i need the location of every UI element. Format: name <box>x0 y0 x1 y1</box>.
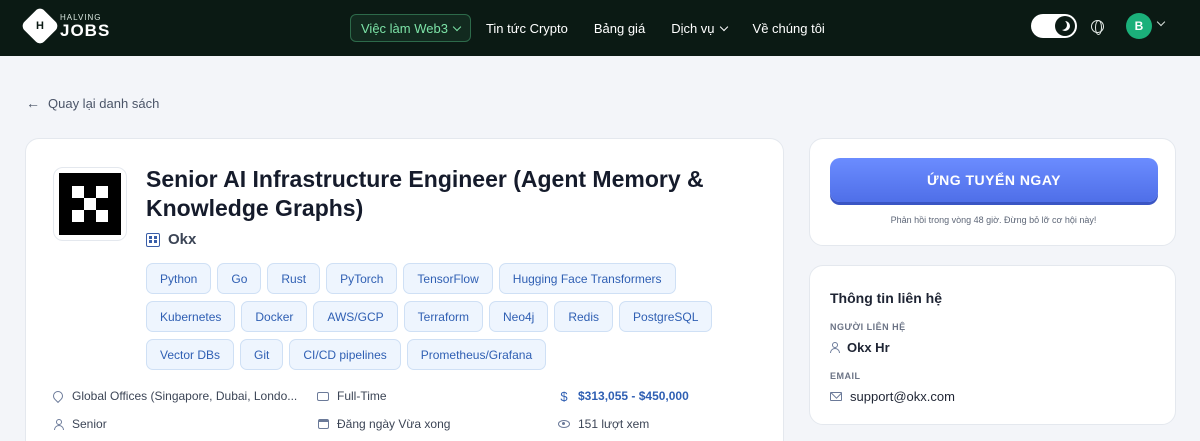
skill-tag[interactable]: Terraform <box>403 301 483 332</box>
globe-icon[interactable] <box>1091 19 1104 35</box>
eye-icon <box>558 420 570 428</box>
user-icon <box>830 342 840 353</box>
site-logo[interactable]: H HALVING JOBS <box>20 6 111 46</box>
apply-card: ỨNG TUYỂN NGAY Phản hồi trong vòng 48 gi… <box>809 138 1176 246</box>
contact-info-card: Thông tin liên hệ NGƯỜI LIÊN HỆ Okx Hr E… <box>809 265 1176 425</box>
contact-email-label: EMAIL <box>830 371 861 381</box>
skill-tags: Python Go Rust PyTorch TensorFlow Huggin… <box>146 263 766 370</box>
contact-email[interactable]: support@okx.com <box>830 389 955 404</box>
job-level: Senior <box>52 417 107 431</box>
skill-tag[interactable]: PostgreSQL <box>619 301 713 332</box>
job-posted-date: Đăng ngày Vừa xong <box>317 417 450 431</box>
skill-tag[interactable]: TensorFlow <box>403 263 493 294</box>
skill-tag[interactable]: Rust <box>267 263 321 294</box>
building-icon <box>146 232 160 247</box>
skill-tag[interactable]: Go <box>217 263 262 294</box>
job-views: 151 lượt xem <box>558 417 649 431</box>
skill-tag[interactable]: CI/CD pipelines <box>289 339 401 370</box>
logo-mark-icon: H <box>20 6 60 46</box>
user-icon <box>53 418 64 430</box>
contact-card-title: Thông tin liên hệ <box>830 290 942 306</box>
job-detail-card: Senior AI Infrastructure Engineer (Agent… <box>25 138 784 441</box>
menu-item-about-us[interactable]: Về chúng tôi <box>740 14 838 42</box>
job-salary: $ $313,055 - $450,000 <box>558 388 688 404</box>
skill-tag[interactable]: Git <box>240 339 284 370</box>
menu-item-web3-jobs[interactable]: Việc làm Web3 <box>350 14 471 42</box>
skill-tag[interactable]: Kubernetes <box>146 301 236 332</box>
skill-tag[interactable]: PyTorch <box>326 263 398 294</box>
back-to-list-link[interactable]: ← Quay lại danh sách <box>26 95 159 111</box>
job-type: Full-Time <box>317 389 387 403</box>
apply-note: Phản hồi trong vòng 48 giờ. Đừng bỏ lỡ c… <box>890 215 1097 225</box>
user-avatar[interactable]: B <box>1126 13 1152 39</box>
skill-tag[interactable]: Prometheus/Grafana <box>406 339 547 370</box>
skill-tag[interactable]: AWS/GCP <box>313 301 398 332</box>
chevron-down-icon <box>452 22 462 31</box>
menu-item-services[interactable]: Dịch vụ <box>658 14 739 42</box>
job-title: Senior AI Infrastructure Engineer (Agent… <box>146 166 704 221</box>
main-menu: Việc làm Web3 Tin tức Crypto Bảng giá Dị… <box>350 14 838 42</box>
map-pin-icon <box>50 388 66 404</box>
company-logo <box>53 167 127 241</box>
menu-item-pricing[interactable]: Bảng giá <box>581 14 658 42</box>
theme-toggle[interactable] <box>1031 14 1077 38</box>
arrow-left-icon: ← <box>26 95 40 111</box>
skill-tag[interactable]: Python <box>146 263 212 294</box>
top-navbar: H HALVING JOBS Việc làm Web3 Tin tức Cry… <box>0 0 1200 56</box>
contact-person-label: NGƯỜI LIÊN HỆ <box>830 322 906 332</box>
apply-now-button[interactable]: ỨNG TUYỂN NGAY <box>830 158 1158 202</box>
company-name-row: Okx <box>146 231 196 248</box>
job-location: Global Offices (Singapore, Dubai, Londo.… <box>50 388 297 404</box>
mail-icon <box>830 392 842 401</box>
chevron-down-icon <box>719 22 728 31</box>
dollar-icon: $ <box>560 388 568 404</box>
menu-item-crypto-news[interactable]: Tin tức Crypto <box>473 14 581 42</box>
chevron-down-icon[interactable] <box>1156 17 1166 27</box>
skill-tag[interactable]: Neo4j <box>488 301 549 332</box>
moon-icon <box>1060 21 1070 31</box>
skill-tag[interactable]: Vector DBs <box>146 339 235 370</box>
company-name[interactable]: Okx <box>168 231 196 248</box>
skill-tag[interactable]: Redis <box>554 301 614 332</box>
logo-text-big: JOBS <box>60 20 111 40</box>
calendar-icon <box>317 419 329 429</box>
briefcase-icon <box>317 391 329 401</box>
skill-tag[interactable]: Docker <box>241 301 308 332</box>
skill-tag[interactable]: Hugging Face Transformers <box>498 263 676 294</box>
okx-logo-icon <box>59 173 121 235</box>
contact-person: Okx Hr <box>830 340 890 355</box>
